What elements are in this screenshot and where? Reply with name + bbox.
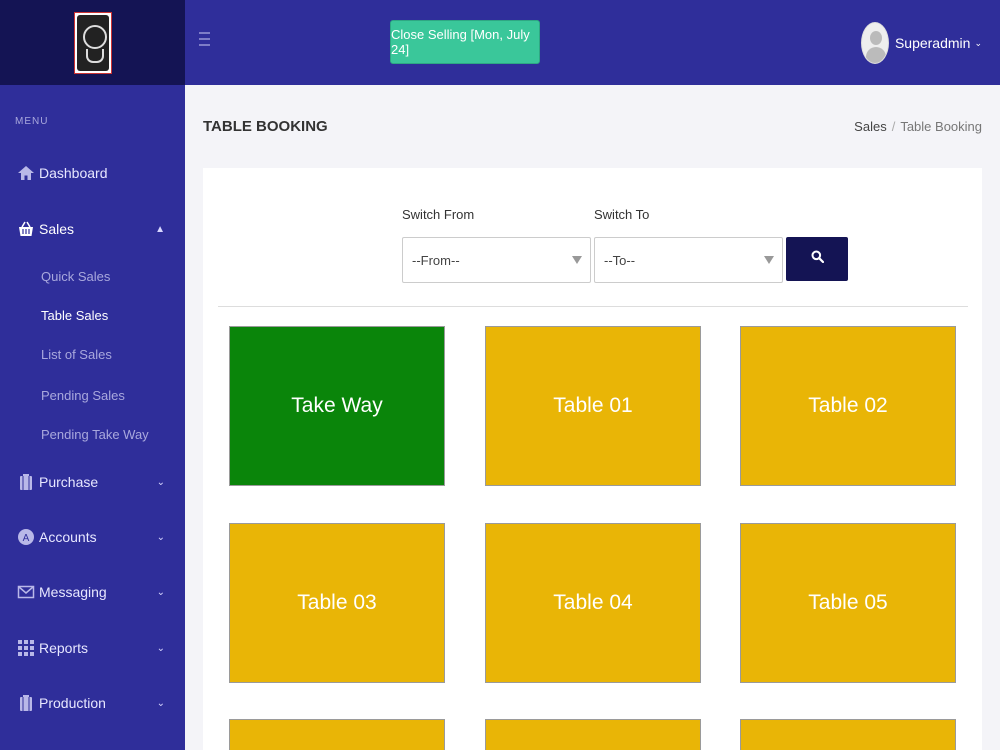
sidebar-item-label: Purchase <box>39 474 99 490</box>
switch-from-select[interactable]: --From-- <box>402 237 591 283</box>
hamburger-menu-icon[interactable] <box>199 32 210 46</box>
table-tile-partial[interactable] <box>740 719 956 750</box>
sidebar-item-label: Messaging <box>39 584 107 600</box>
chevron-down-icon: ⌄ <box>156 476 165 488</box>
table-tile-04[interactable]: Table 04 <box>485 523 701 683</box>
logo[interactable] <box>73 11 112 74</box>
page-title: TABLE BOOKING <box>203 118 328 135</box>
sidebar-item-label: Accounts <box>39 529 97 545</box>
chevron-down-icon: ⌄ <box>156 586 165 598</box>
sidebar-item-label: Production <box>39 695 106 711</box>
chevron-down-icon: ⌄ <box>974 37 982 48</box>
table-tile-05[interactable]: Table 05 <box>740 523 956 683</box>
search-icon <box>811 250 824 268</box>
breadcrumb-current: Table Booking <box>900 119 982 134</box>
table-tile-take-way[interactable]: Take Way <box>229 326 445 486</box>
sidebar-subitem-pending-take-way[interactable]: Pending Take Way <box>41 427 149 442</box>
sidebar-item-sales[interactable]: Sales ▲ <box>0 217 185 241</box>
logo-area <box>0 0 185 85</box>
sidebar: MENU Dashboard Sales ▲ Quick Sales Table… <box>0 0 185 750</box>
divider <box>218 306 968 307</box>
chevron-down-icon: ⌄ <box>156 697 165 709</box>
sidebar-subitem-table-sales[interactable]: Table Sales <box>41 308 108 323</box>
breadcrumb: Sales / Table Booking <box>854 119 982 134</box>
sidebar-item-reports[interactable]: Reports ⌄ <box>0 636 185 660</box>
basket-icon <box>17 220 35 238</box>
sidebar-item-label: Dashboard <box>39 165 108 181</box>
sidebar-item-purchase[interactable]: Purchase ⌄ <box>0 470 185 494</box>
user-name: Superadmin <box>894 35 971 51</box>
sidebar-subitem-list-of-sales[interactable]: List of Sales <box>41 347 112 362</box>
breadcrumb-separator: / <box>891 119 896 134</box>
sidebar-item-accounts[interactable]: A Accounts ⌄ <box>0 525 185 549</box>
svg-text:A: A <box>23 533 30 544</box>
table-booking-card: Switch From Switch To --From-- --To-- Ta… <box>203 168 982 750</box>
top-bar: Close Selling [Mon, July 24] Superadmin … <box>185 0 1000 85</box>
sidebar-subitem-quick-sales[interactable]: Quick Sales <box>41 269 110 284</box>
search-button[interactable] <box>786 237 848 281</box>
menu-heading: MENU <box>15 116 49 127</box>
switch-to-value: --To-- <box>604 252 636 268</box>
table-tile-03[interactable]: Table 03 <box>229 523 445 683</box>
dropdown-arrow-icon <box>572 256 582 264</box>
sidebar-subitem-pending-sales[interactable]: Pending Sales <box>41 388 125 403</box>
chevron-up-icon: ▲ <box>155 223 165 235</box>
switch-from-label: Switch From <box>402 207 475 222</box>
home-icon <box>17 164 35 182</box>
table-tile-partial[interactable] <box>485 719 701 750</box>
grid-icon <box>17 639 35 657</box>
breadcrumb-link-sales[interactable]: Sales <box>854 119 887 134</box>
table-tile-02[interactable]: Table 02 <box>740 326 956 486</box>
table-tile-partial[interactable] <box>229 719 445 750</box>
switch-to-label: Switch To <box>594 207 650 222</box>
dropdown-arrow-icon <box>764 256 774 264</box>
clipboard-icon <box>17 694 35 712</box>
table-tile-01[interactable]: Table 01 <box>485 326 701 486</box>
accounts-icon: A <box>17 528 35 546</box>
clipboard-icon <box>17 473 35 491</box>
avatar <box>860 22 889 64</box>
sidebar-item-production[interactable]: Production ⌄ <box>0 691 185 715</box>
sidebar-item-dashboard[interactable]: Dashboard <box>0 161 185 185</box>
chevron-down-icon: ⌄ <box>156 642 165 654</box>
envelope-icon <box>17 583 35 601</box>
sidebar-item-messaging[interactable]: Messaging ⌄ <box>0 580 185 604</box>
sidebar-item-label: Reports <box>39 640 89 656</box>
switch-from-value: --From-- <box>412 252 460 268</box>
switch-to-select[interactable]: --To-- <box>594 237 783 283</box>
user-menu[interactable]: Superadmin ⌄ <box>860 22 982 64</box>
close-selling-button[interactable]: Close Selling [Mon, July 24] <box>390 20 540 64</box>
chevron-down-icon: ⌄ <box>156 531 165 543</box>
sidebar-item-label: Sales <box>39 221 75 237</box>
